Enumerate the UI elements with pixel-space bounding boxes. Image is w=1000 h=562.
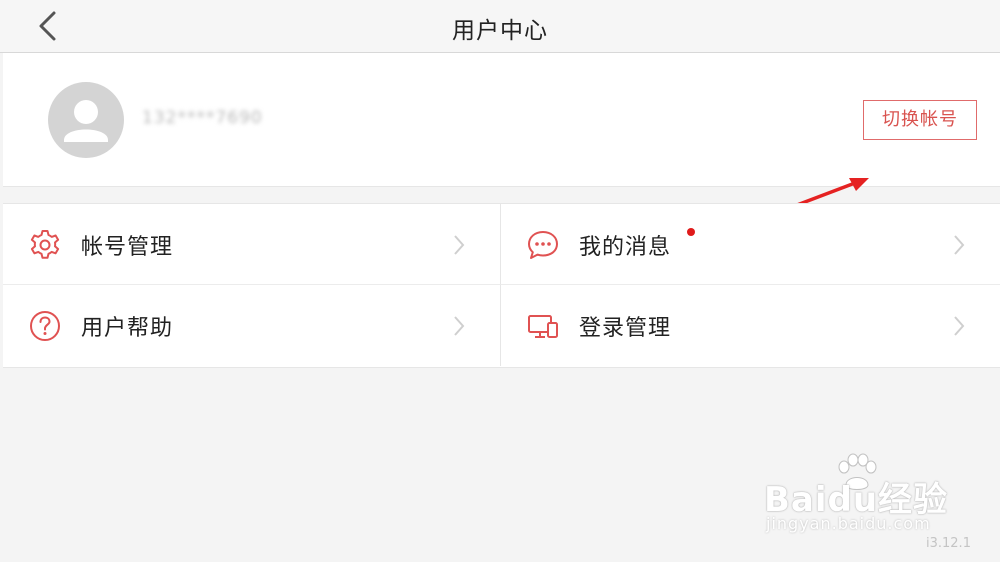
app-header: 用户中心 bbox=[0, 0, 1000, 53]
menu-item-label: 帐号管理 bbox=[81, 235, 174, 260]
menu-grid: 帐号管理 我的消息 用户帮助 登录管理 bbox=[3, 203, 1000, 368]
devices-icon bbox=[528, 315, 558, 338]
menu-item-user-help[interactable]: 用户帮助 bbox=[3, 285, 501, 366]
chat-bubble-icon bbox=[528, 231, 558, 259]
switch-account-button[interactable]: 切换帐号 bbox=[863, 100, 977, 140]
profile-card: 132****7690 切换帐号 bbox=[3, 53, 1000, 207]
menu-item-my-messages[interactable]: 我的消息 bbox=[501, 204, 1000, 285]
chevron-right-icon bbox=[454, 235, 465, 255]
menu-item-login-management[interactable]: 登录管理 bbox=[501, 285, 1000, 366]
menu-item-account-management[interactable]: 帐号管理 bbox=[3, 204, 501, 285]
gear-icon bbox=[30, 230, 60, 259]
chevron-right-icon bbox=[954, 316, 965, 336]
phone-number: 132****7690 bbox=[142, 108, 263, 128]
chevron-right-icon bbox=[954, 235, 965, 255]
user-avatar-icon[interactable] bbox=[48, 82, 124, 158]
menu-item-label: 用户帮助 bbox=[81, 316, 174, 341]
page-title: 用户中心 bbox=[452, 18, 548, 44]
question-circle-icon bbox=[30, 311, 60, 341]
unread-badge bbox=[687, 228, 695, 236]
menu-item-label: 我的消息 bbox=[579, 235, 672, 260]
version-label: i3.12.1 bbox=[926, 536, 971, 551]
menu-item-label: 登录管理 bbox=[579, 316, 672, 341]
chevron-right-icon bbox=[454, 316, 465, 336]
watermark-url: jingyan.baidu.com bbox=[766, 514, 931, 533]
